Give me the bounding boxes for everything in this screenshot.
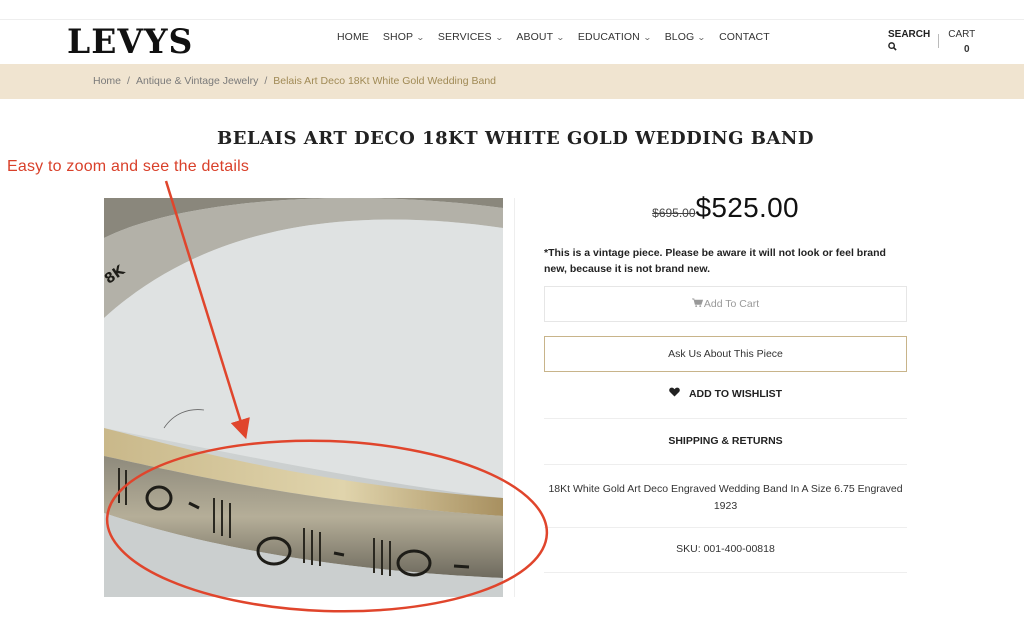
nav-education[interactable]: EDUCATION ⌄ bbox=[577, 31, 652, 43]
nav-shop-label: SHOP bbox=[382, 31, 414, 43]
product-title: BELAIS ART DECO 18KT WHITE GOLD WEDDING … bbox=[217, 128, 814, 149]
nav-about[interactable]: ABOUT ⌄ bbox=[516, 31, 565, 43]
chevron-down-icon: ⌄ bbox=[416, 32, 425, 42]
original-price: $695.00 bbox=[652, 206, 696, 220]
image-divider bbox=[514, 198, 515, 597]
product-sku: SKU: 001-400-00818 bbox=[676, 543, 775, 555]
nav-home-label: HOME bbox=[337, 31, 369, 43]
add-to-cart-button[interactable]: Add To Cart bbox=[544, 286, 907, 322]
site-header: LEVYS HOME SHOP ⌄ SERVICES ⌄ ABOUT ⌄ EDUCAT… bbox=[0, 20, 1024, 64]
wishlist-label: ADD TO WISHLIST bbox=[688, 388, 783, 400]
search-label: SEARCH bbox=[888, 29, 931, 40]
ask-about-piece-button[interactable]: Ask Us About This Piece bbox=[544, 336, 907, 372]
divider bbox=[544, 527, 907, 528]
product-image[interactable]: 8K bbox=[104, 198, 503, 597]
nav-contact[interactable]: CONTACT bbox=[719, 31, 770, 43]
cart-button[interactable]: CART 0 bbox=[948, 28, 975, 56]
search-icon bbox=[888, 42, 930, 55]
ring-photo: 8K bbox=[104, 198, 503, 597]
cart-icon bbox=[691, 298, 703, 310]
top-strip bbox=[0, 0, 1024, 20]
nav-services-label: SERVICES bbox=[437, 31, 492, 43]
breadcrumb-separator: / bbox=[127, 75, 130, 87]
chevron-down-icon: ⌄ bbox=[697, 32, 707, 42]
vintage-disclaimer: *This is a vintage piece. Please be awar… bbox=[544, 247, 886, 275]
price-block: $695.00$525.00 bbox=[544, 192, 907, 224]
sale-price: $525.00 bbox=[695, 192, 799, 223]
nav-blog[interactable]: BLOG ⌄ bbox=[664, 31, 707, 43]
cart-label: CART bbox=[948, 29, 976, 40]
chevron-down-icon: ⌄ bbox=[494, 32, 504, 42]
heart-icon bbox=[669, 387, 683, 400]
divider bbox=[544, 464, 907, 465]
main-nav: HOME SHOP ⌄ SERVICES ⌄ ABOUT ⌄ EDUCATION ⌄ B… bbox=[337, 31, 784, 43]
header-utilities: SEARCH CART 0 bbox=[888, 28, 975, 56]
add-to-wishlist-button[interactable]: ADD TO WISHLIST bbox=[544, 387, 907, 400]
cart-count: 0 bbox=[963, 44, 970, 55]
breadcrumb: Home / Antique & Vintage Jewelry / Belais Ar… bbox=[93, 75, 496, 87]
chevron-down-icon: ⌄ bbox=[642, 32, 652, 42]
breadcrumb-current: Belais Art Deco 18Kt White Gold Wedding … bbox=[273, 75, 497, 87]
nav-home[interactable]: HOME bbox=[337, 31, 369, 43]
nav-shop[interactable]: SHOP ⌄ bbox=[382, 31, 425, 43]
product-description: 18Kt White Gold Art Deco Engraved Weddin… bbox=[548, 483, 903, 512]
add-to-cart-label: Add To Cart bbox=[703, 298, 760, 310]
nav-blog-label: BLOG bbox=[664, 31, 695, 43]
logo[interactable]: LEVYS bbox=[67, 22, 193, 63]
nav-about-label: ABOUT bbox=[516, 31, 554, 43]
divider bbox=[544, 572, 907, 573]
divider bbox=[544, 418, 907, 419]
shipping-returns-toggle[interactable]: SHIPPING & RETURNS bbox=[544, 435, 907, 447]
divider bbox=[938, 34, 940, 48]
nav-contact-label: CONTACT bbox=[719, 31, 770, 43]
breadcrumb-bar: Home / Antique & Vintage Jewelry / Belais Ar… bbox=[0, 64, 1024, 99]
annotation-label: Easy to zoom and see the details bbox=[7, 158, 250, 175]
nav-services[interactable]: SERVICES ⌄ bbox=[438, 31, 503, 43]
breadcrumb-category[interactable]: Antique & Vintage Jewelry bbox=[136, 75, 258, 87]
breadcrumb-separator: / bbox=[264, 75, 268, 87]
ask-about-piece-label: Ask Us About This Piece bbox=[668, 348, 783, 360]
nav-education-label: EDUCATION bbox=[577, 31, 640, 43]
chevron-down-icon: ⌄ bbox=[556, 32, 565, 42]
breadcrumb-home[interactable]: Home bbox=[93, 75, 121, 87]
search-button[interactable]: SEARCH bbox=[888, 28, 930, 56]
